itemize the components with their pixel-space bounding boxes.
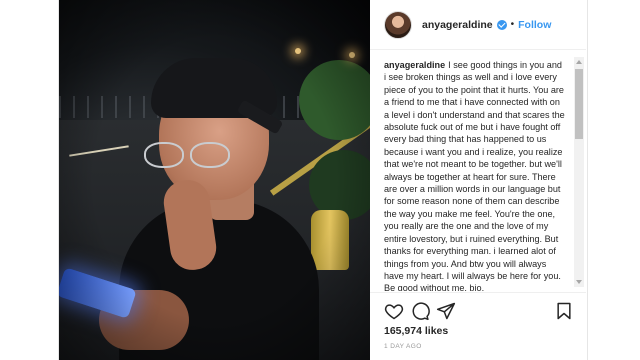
post-side-panel: anyageraldine • Follow anyageraldine I se… (370, 0, 586, 360)
comment-bubble-icon[interactable] (410, 301, 430, 321)
heart-icon[interactable] (384, 301, 404, 321)
instagram-post: anyageraldine • Follow anyageraldine I se… (58, 0, 588, 360)
scroll-thumb[interactable] (575, 69, 583, 139)
post-timestamp[interactable]: 1 DAY AGO (384, 343, 422, 350)
likes-count[interactable]: 165,974 likes (384, 325, 448, 337)
caption-scrollbar[interactable] (574, 57, 584, 287)
scroll-down-arrow-icon[interactable] (576, 280, 582, 284)
avatar[interactable] (384, 10, 412, 39)
caption: anyageraldine I see good things in you an… (384, 59, 566, 291)
follow-button[interactable]: Follow (518, 19, 551, 31)
paper-plane-icon[interactable] (436, 301, 456, 321)
separator-dot: • (510, 19, 515, 30)
post-photo[interactable] (59, 0, 370, 360)
caption-text: I see good things in you and i see broke… (384, 60, 565, 291)
caption-username-link[interactable]: anyageraldine (384, 60, 445, 70)
post-actions: 165,974 likes 1 DAY AGO (370, 292, 586, 360)
caption-area[interactable]: anyageraldine I see good things in you an… (370, 51, 586, 291)
username-link[interactable]: anyageraldine (422, 19, 493, 31)
post-header: anyageraldine • Follow (370, 0, 586, 50)
scroll-up-arrow-icon[interactable] (576, 60, 582, 64)
photo-vignette (59, 0, 370, 360)
action-icons (384, 301, 574, 321)
verified-badge-icon (496, 19, 507, 30)
bookmark-icon[interactable] (554, 301, 574, 321)
